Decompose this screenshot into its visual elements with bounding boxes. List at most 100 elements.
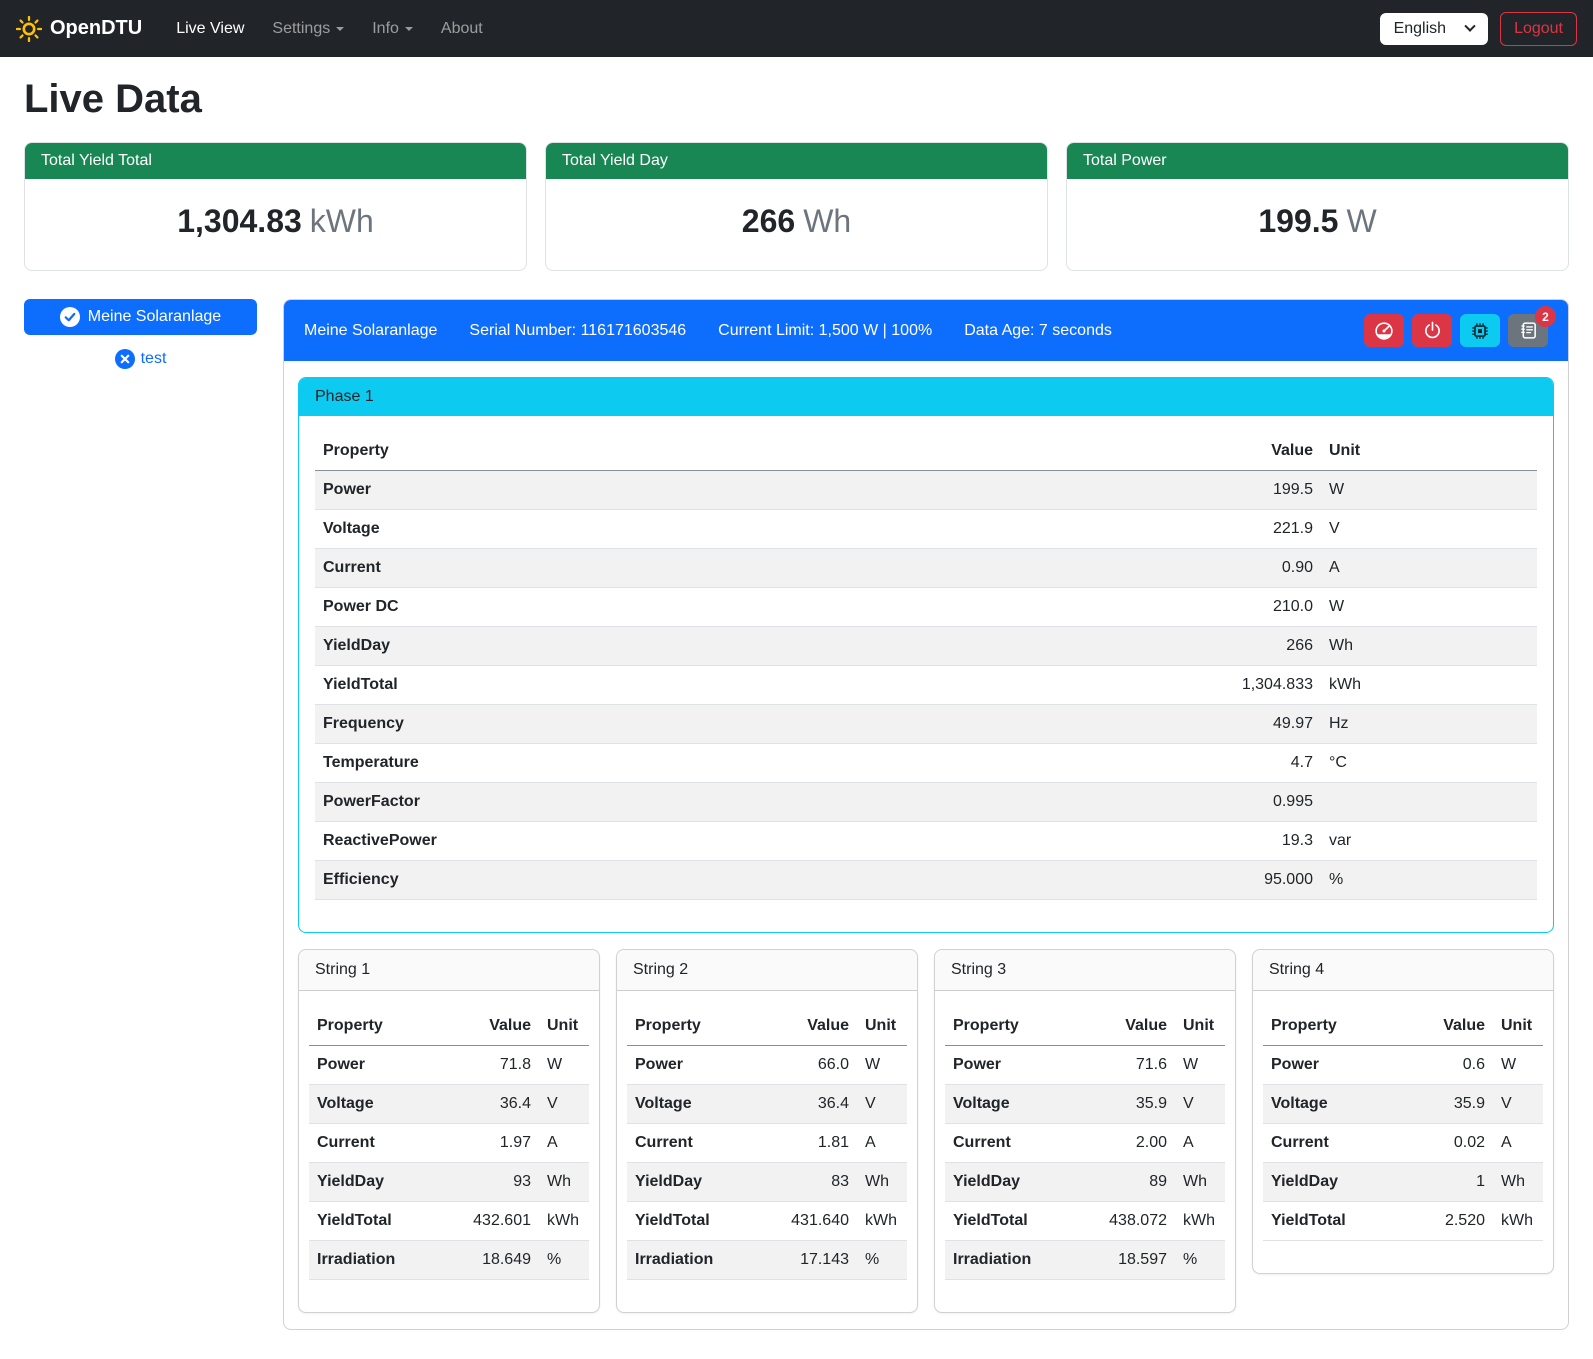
brand[interactable]: OpenDTU [16,16,142,42]
caret-down-icon [336,27,344,31]
property-cell: YieldTotal [315,666,1201,705]
unit-cell: V [857,1085,907,1124]
inverter-item-label: test [141,350,167,368]
string-card-body: PropertyValueUnitPower66.0WVoltage36.4VC… [617,991,917,1312]
table-row: Irradiation18.597% [945,1241,1225,1280]
table-row: YieldDay93Wh [309,1163,589,1202]
brand-label: OpenDTU [50,17,142,40]
property-cell: Power DC [315,588,1201,627]
value-cell: 1,304.833 [1201,666,1321,705]
table-row: Power71.8W [309,1046,589,1085]
property-cell: Power [315,471,1201,510]
value-cell: 0.6 [1405,1046,1493,1085]
nav-item-settings[interactable]: Settings [262,12,354,46]
main-row: Meine Solaranlage test Meine Solaranlage… [24,299,1569,1330]
summary-card-body: 199.5W [1067,179,1568,270]
value-cell: 199.5 [1201,471,1321,510]
summary-card-body: 1,304.83kWh [25,179,526,270]
unit-cell: W [1321,588,1537,627]
summary-card-title: Total Yield Day [546,143,1047,179]
journal-icon [1519,321,1538,340]
table-row: Current1.97A [309,1124,589,1163]
value-cell: 36.4 [769,1085,857,1124]
summary-value: 199.5 [1258,203,1338,239]
table-row: Voltage221.9V [315,510,1537,549]
cpu-icon [1470,321,1490,341]
string-table: PropertyValueUnitPower71.6WVoltage35.9VC… [945,1007,1225,1280]
navbar-right: English Logout [1380,12,1577,46]
unit-cell: V [1175,1085,1225,1124]
column-header-unit: Unit [857,1007,907,1046]
unit-cell: Wh [539,1163,589,1202]
property-cell: Efficiency [315,861,1201,900]
unit-cell: Hz [1321,705,1537,744]
property-cell: Current [945,1124,1087,1163]
value-cell: 71.6 [1087,1046,1175,1085]
property-cell: Power [1263,1046,1405,1085]
column-header-unit: Unit [1321,432,1537,471]
inverter-body: Phase 1 Property Value Unit Power199.5WV… [284,361,1568,1329]
chevron-down-icon [1464,20,1475,31]
language-select[interactable]: English [1380,13,1488,45]
logout-button[interactable]: Logout [1500,12,1577,46]
value-cell: 18.649 [451,1241,539,1280]
power-toggle-button[interactable] [1412,314,1452,347]
inverter-actions: 2 [1364,314,1548,347]
event-log-button[interactable]: 2 [1508,314,1548,347]
inverter-serial: Serial Number: 116171603546 [469,322,686,340]
value-cell: 0.90 [1201,549,1321,588]
nav-item-label: Settings [272,20,330,38]
unit-cell: A [857,1124,907,1163]
property-cell: YieldDay [945,1163,1087,1202]
nav-item-info[interactable]: Info [362,12,423,46]
nav-item-label: About [441,20,483,38]
unit-cell: kWh [1175,1202,1225,1241]
device-info-button[interactable] [1460,314,1500,347]
unit-cell: kWh [1493,1202,1543,1241]
property-cell: Irradiation [309,1241,451,1280]
phase-body: Property Value Unit Power199.5WVoltage22… [299,416,1553,932]
summary-card-body: 266Wh [546,179,1047,270]
unit-cell: V [539,1085,589,1124]
value-cell: 83 [769,1163,857,1202]
table-row: Current0.02A [1263,1124,1543,1163]
unit-cell: Wh [857,1163,907,1202]
inverter-item-test[interactable]: test [24,349,257,369]
event-count-badge: 2 [1535,306,1556,327]
property-cell: Temperature [315,744,1201,783]
nav-item-about[interactable]: About [431,12,493,46]
value-cell: 438.072 [1087,1202,1175,1241]
column-header-unit: Unit [539,1007,589,1046]
unit-cell: A [1321,549,1537,588]
page-container: Live Data Total Yield Total 1,304.83kWh … [0,57,1593,1354]
caret-down-icon [405,27,413,31]
property-cell: YieldTotal [309,1202,451,1241]
table-row: YieldTotal431.640kWh [627,1202,907,1241]
value-cell: 19.3 [1201,822,1321,861]
column-header-value: Value [769,1007,857,1046]
summary-unit: kWh [310,203,374,239]
table-row: Voltage36.4V [309,1085,589,1124]
inverter-name: Meine Solaranlage [304,322,437,340]
unit-cell: W [857,1046,907,1085]
inverter-select-button[interactable]: Meine Solaranlage [24,299,257,335]
summary-card-total-power: Total Power 199.5W [1066,142,1569,271]
summary-card-total-yield-total: Total Yield Total 1,304.83kWh [24,142,527,271]
table-row: Power DC210.0W [315,588,1537,627]
value-cell: 95.000 [1201,861,1321,900]
limit-settings-button[interactable] [1364,314,1404,347]
table-row: Frequency49.97Hz [315,705,1537,744]
unit-cell: W [1175,1046,1225,1085]
table-row: Current0.90A [315,549,1537,588]
power-icon [1423,321,1442,340]
string-card: String 4PropertyValueUnitPower0.6WVoltag… [1252,949,1554,1274]
unit-cell: kWh [857,1202,907,1241]
column-header-value: Value [1201,432,1321,471]
unit-cell: A [1493,1124,1543,1163]
property-cell: Current [309,1124,451,1163]
unit-cell: kWh [539,1202,589,1241]
nav-item-live-view[interactable]: Live View [166,12,254,46]
string-table: PropertyValueUnitPower71.8WVoltage36.4VC… [309,1007,589,1280]
unit-cell: % [1321,861,1537,900]
phase-table: Property Value Unit Power199.5WVoltage22… [315,432,1537,900]
